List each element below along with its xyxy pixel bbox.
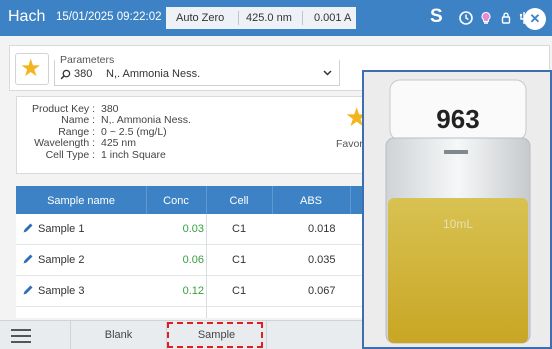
lightbulb-icon[interactable] xyxy=(478,10,494,26)
sample-name-cell: Sample 2 xyxy=(38,254,85,266)
abs-cell: 0.035 xyxy=(308,254,336,266)
menu-hamburger-icon[interactable] xyxy=(11,329,31,343)
abs-cell: 0.018 xyxy=(308,223,336,235)
datetime-display: 15/01/2025 09:22:02 xyxy=(56,11,162,23)
edit-pencil-icon[interactable] xyxy=(22,284,34,296)
column-header-abs[interactable]: ABS xyxy=(272,195,350,207)
parameter-name: N,. Ammonia Ness. xyxy=(106,68,201,80)
clock-icon[interactable] xyxy=(458,10,474,26)
parameter-label: Parameters xyxy=(57,54,118,66)
top-icon-group: S ✕ xyxy=(430,6,546,30)
vial-cap-number: 963 xyxy=(436,104,479,134)
sample-tab-focus-outline xyxy=(167,322,263,348)
sample-name-cell: Sample 3 xyxy=(38,285,85,297)
column-divider xyxy=(350,186,351,214)
abs-cell: 0.067 xyxy=(308,285,336,297)
edit-pencil-icon[interactable] xyxy=(22,253,34,265)
vial-illustration: 963 10mL xyxy=(364,72,550,347)
wavelength-readout: 425.0 nm xyxy=(246,12,292,24)
info-value: N,. Ammonia Ness. xyxy=(101,114,191,126)
column-header-conc[interactable]: Conc xyxy=(146,195,206,207)
sample-name-cell: Sample 1 xyxy=(38,223,85,235)
tab-empty xyxy=(266,321,362,349)
status-divider xyxy=(302,11,303,25)
conc-cell: 0.03 xyxy=(182,223,204,235)
parameter-number: 380 xyxy=(74,68,93,80)
info-value: 1 inch Square xyxy=(101,149,166,161)
app-brand: Hach xyxy=(8,8,46,25)
auto-zero-button[interactable]: Auto Zero xyxy=(176,12,224,24)
s-status-icon[interactable]: S xyxy=(430,6,443,28)
measurement-status-strip: Auto Zero 425.0 nm 0.001 A xyxy=(166,7,356,29)
absorbance-readout: 0.001 A xyxy=(314,12,352,24)
status-divider xyxy=(238,11,239,25)
conc-column-divider xyxy=(206,214,207,318)
conc-cell: 0.06 xyxy=(182,254,204,266)
tab-blank[interactable]: Blank xyxy=(70,321,166,349)
lock-icon[interactable] xyxy=(498,10,514,26)
star-icon: ★ xyxy=(20,55,42,82)
edit-pencil-icon[interactable] xyxy=(22,222,34,234)
favorite-toggle-button[interactable]: ★ xyxy=(15,53,49,85)
conc-cell: 0.12 xyxy=(182,285,204,297)
cell-cell: C1 xyxy=(232,223,247,235)
info-key: Cell Type : xyxy=(45,149,95,161)
column-header-sample-name[interactable]: Sample name xyxy=(16,195,146,207)
cell-cell: C1 xyxy=(232,254,247,266)
chevron-down-icon[interactable] xyxy=(323,67,332,79)
info-value: 425 nm xyxy=(101,137,137,149)
search-icon xyxy=(60,69,71,80)
vial-marking: 10mL xyxy=(443,217,473,231)
close-icon[interactable]: ✕ xyxy=(524,8,546,30)
info-key: Name : xyxy=(61,114,95,126)
top-bar: Hach 15/01/2025 09:22:02 Auto Zero 425.0… xyxy=(0,0,552,36)
column-header-cell[interactable]: Cell xyxy=(206,195,272,207)
cell-cell: C1 xyxy=(232,285,247,297)
info-key: Wavelength : xyxy=(34,137,95,149)
sample-vial-photo: 963 10mL xyxy=(362,70,552,349)
